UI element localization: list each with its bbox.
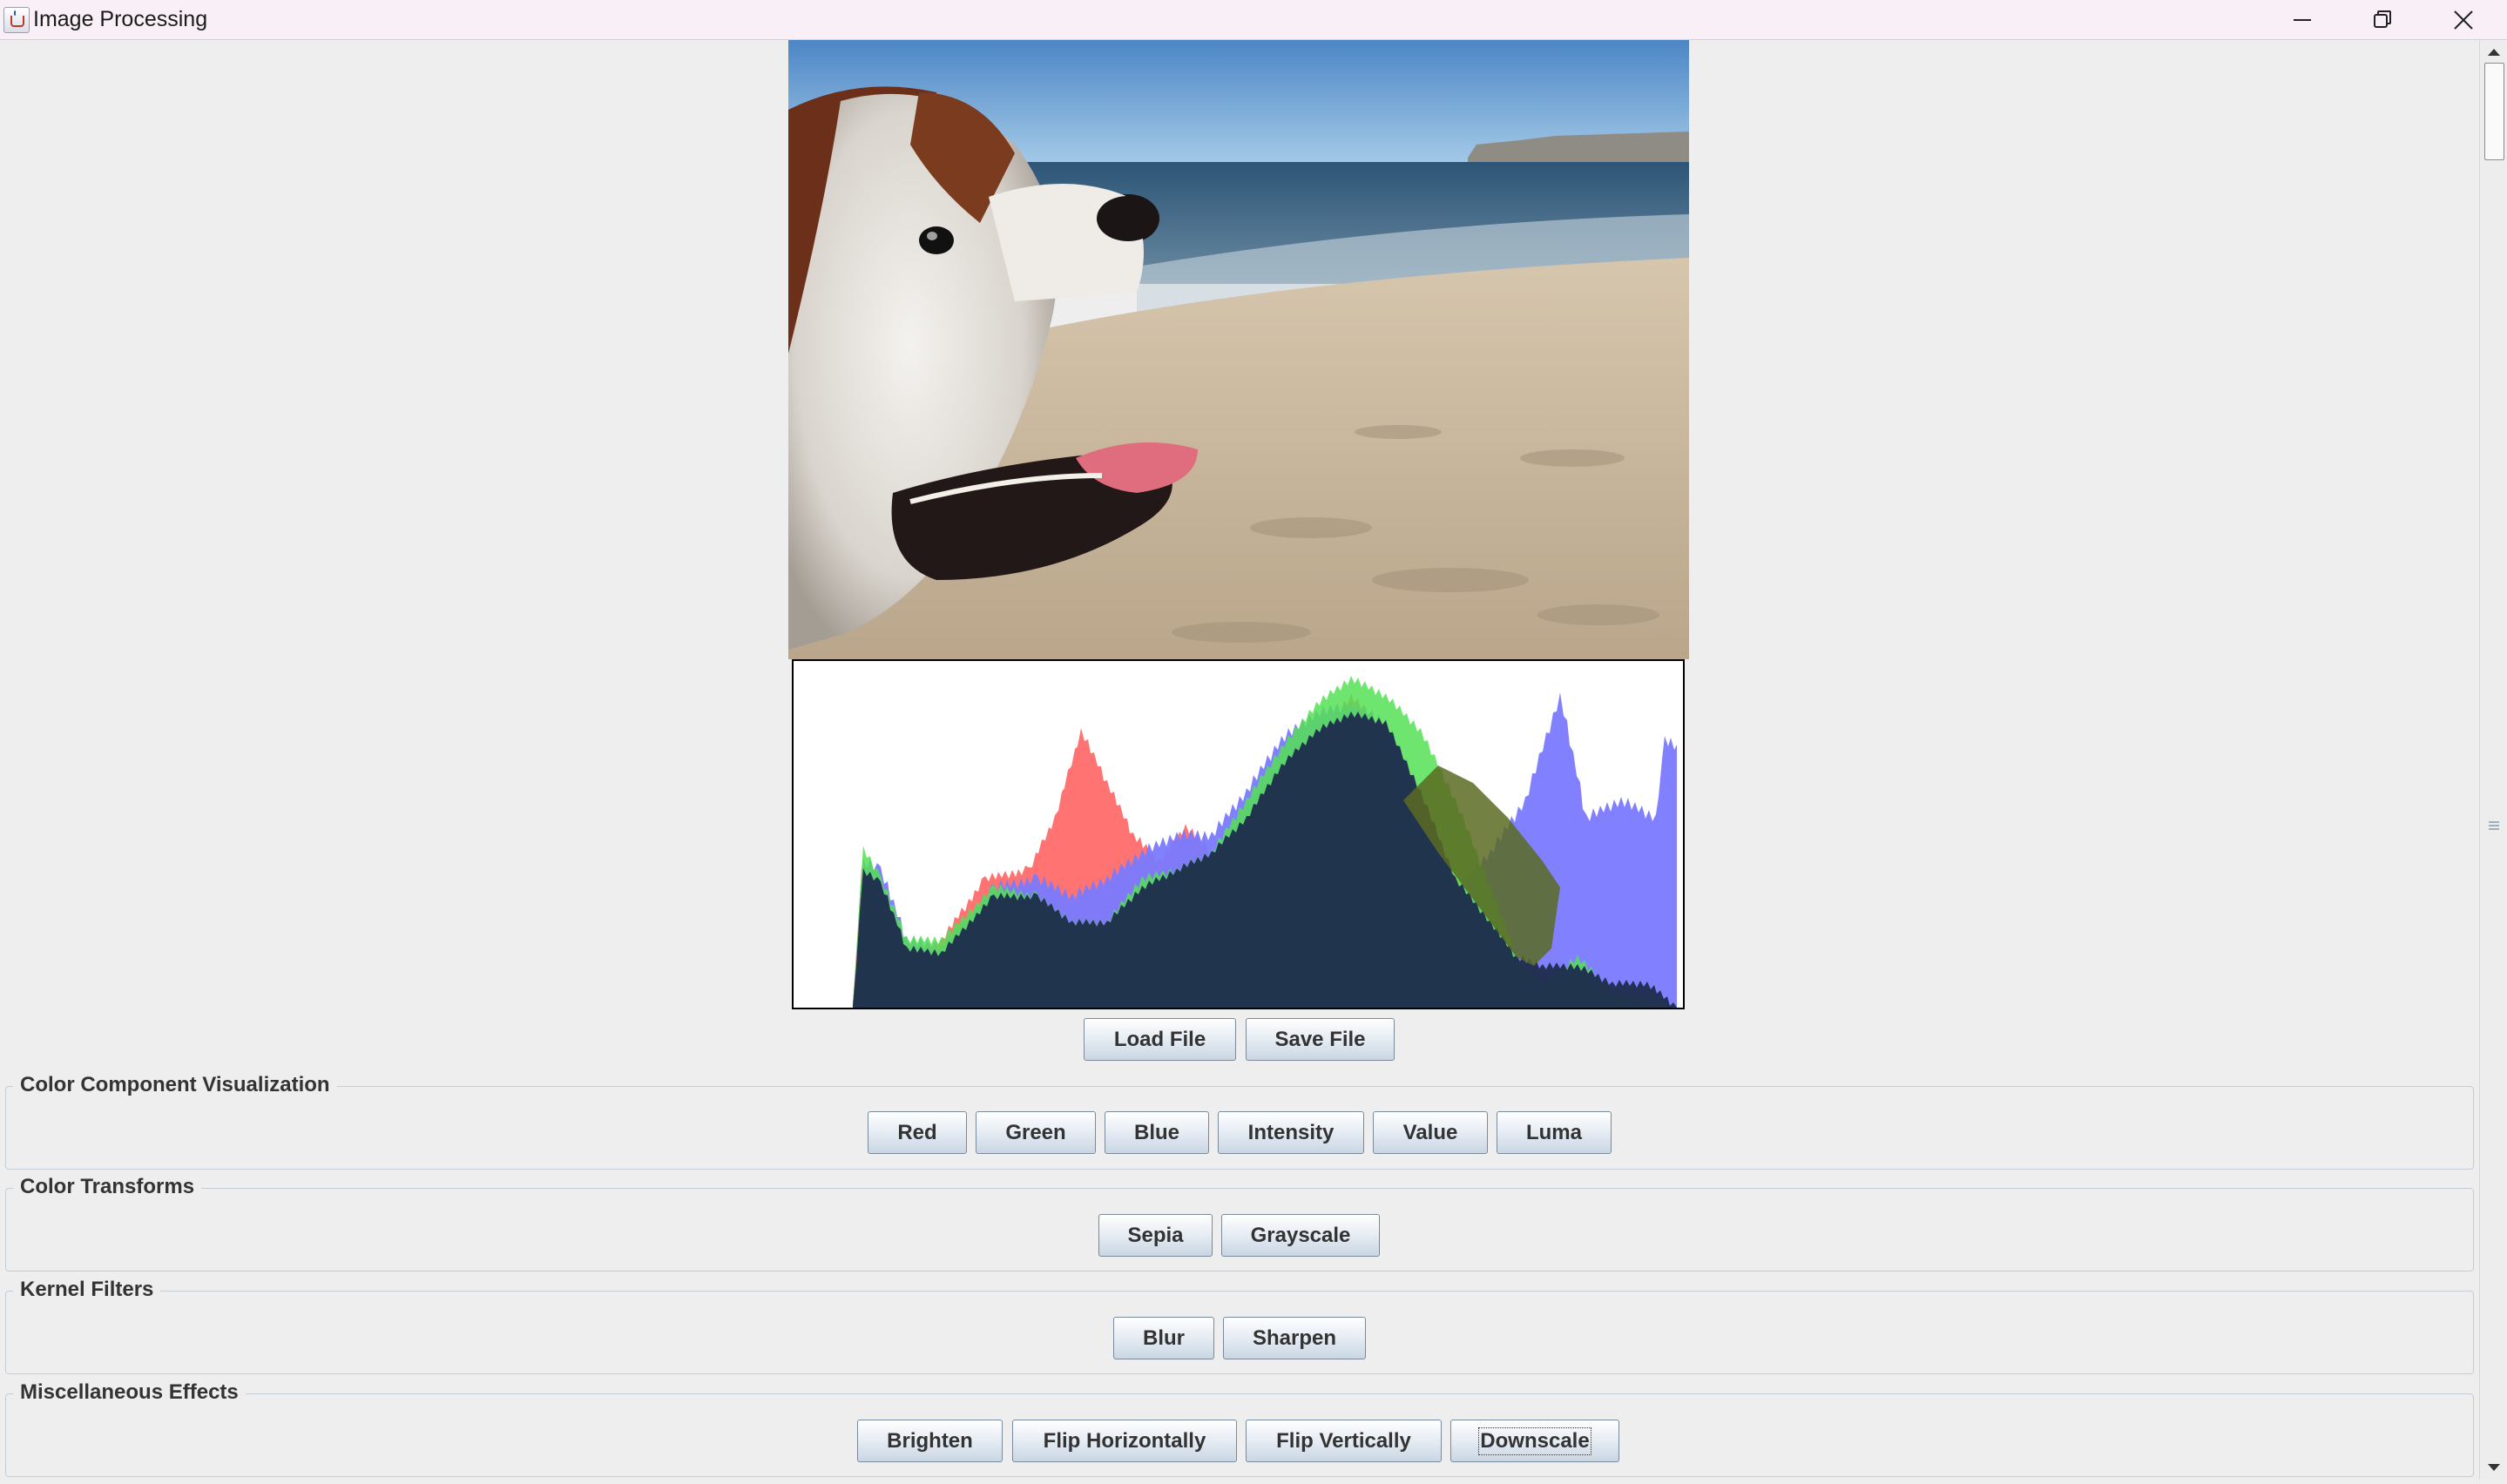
red-button[interactable]: Red [868,1111,967,1154]
java-cup-icon [3,7,30,33]
color-histogram [853,676,1677,1011]
window-title: Image Processing [33,7,208,31]
minimize-button[interactable] [2263,0,2343,39]
flip-horizontally-button[interactable]: Flip Horizontally [1012,1420,1237,1462]
sharpen-button[interactable]: Sharpen [1223,1317,1366,1359]
beach-dog-photo [788,40,1689,659]
intensity-button[interactable]: Intensity [1218,1111,1364,1154]
load-file-button[interactable]: Load File [1084,1018,1236,1061]
image-display [788,40,1689,659]
maximize-button[interactable] [2343,0,2423,39]
save-file-button[interactable]: Save File [1246,1018,1395,1061]
green-button[interactable]: Green [976,1111,1096,1154]
close-icon [2454,10,2473,30]
scroll-down-arrow-icon[interactable] [2480,1455,2507,1480]
luma-button[interactable]: Luma [1497,1111,1612,1154]
scrollbar-thumb[interactable] [2484,63,2504,160]
value-button[interactable]: Value [1373,1111,1488,1154]
maximize-icon [2374,10,2391,28]
misc-effects-group: Miscellaneous Effects [5,1379,2474,1477]
grayscale-button[interactable]: Grayscale [1221,1214,1380,1257]
scrollbar-grip-icon [2487,820,2501,832]
window-title-bar[interactable]: Image Processing [0,0,2507,40]
close-button[interactable] [2423,0,2504,39]
misc-effects-title: Miscellaneous Effects [13,1379,246,1406]
blue-button[interactable]: Blue [1105,1111,1209,1154]
downscale-button[interactable]: Downscale [1450,1420,1619,1462]
histogram-panel [792,659,1685,1011]
color-transforms-title: Color Transforms [13,1174,202,1200]
color-component-title: Color Component Visualization [13,1072,337,1098]
scroll-up-arrow-icon[interactable] [2480,40,2507,64]
minimize-icon [2294,19,2311,21]
kernel-filters-title: Kernel Filters [13,1277,161,1303]
sepia-button[interactable]: Sepia [1098,1214,1213,1257]
flip-vertically-button[interactable]: Flip Vertically [1246,1420,1442,1462]
vertical-scrollbar[interactable] [2479,40,2507,1480]
brighten-button[interactable]: Brighten [857,1420,1003,1462]
blur-button[interactable]: Blur [1113,1317,1214,1359]
